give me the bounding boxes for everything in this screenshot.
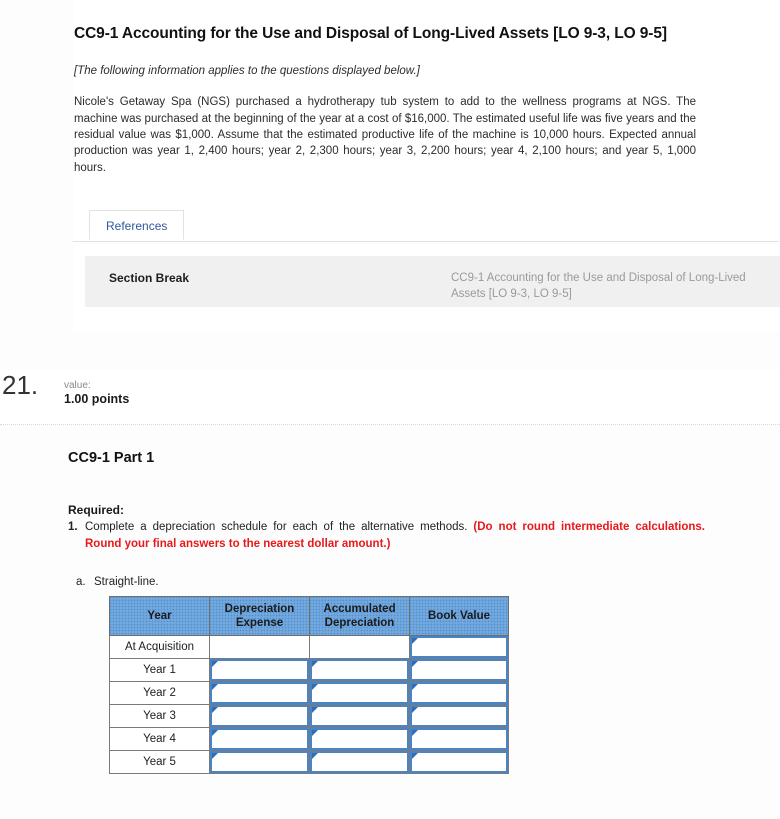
requirement-item-1: 1. Complete a depreciation schedule for e…	[68, 519, 705, 552]
cell-accumulated-depreciation-year-1[interactable]	[309, 658, 410, 682]
page-title: CC9-1 Accounting for the Use and Disposa…	[74, 25, 667, 42]
cell-book-value-at-acquisition[interactable]	[409, 635, 509, 659]
cell-book-value-year-2[interactable]	[409, 681, 509, 705]
column-header-year: Year	[109, 596, 210, 636]
cell-book-value-year-5[interactable]	[409, 750, 509, 774]
section-break-label: Section Break	[109, 270, 190, 285]
homework-page: { "question_header": { "title": "CC9-1 A…	[0, 0, 780, 819]
input-book-value-year-1[interactable]	[410, 659, 508, 681]
requirement-number: 1.	[68, 521, 78, 533]
question-number: 21.	[2, 370, 39, 400]
sub-item-letter: a.	[76, 576, 86, 588]
tab-references[interactable]: References	[89, 209, 185, 240]
tab-strip: References	[73, 209, 779, 242]
sub-item-text: Straight-line.	[94, 576, 159, 588]
input-depreciation-expense-year-5[interactable]	[210, 751, 309, 773]
row-label-at-acquisition: At Acquisition	[109, 635, 210, 659]
question-body: CC9-1 Part 1 Required: 1. Complete a depr…	[68, 450, 768, 588]
column-header-depreciation-expense: Depreciation Expense	[209, 596, 310, 636]
cell-depreciation-expense-year-3[interactable]	[209, 704, 310, 728]
input-accumulated-depreciation-year-3[interactable]	[310, 705, 409, 727]
value-label: value:	[64, 380, 91, 391]
input-accumulated-depreciation-year-4[interactable]	[310, 728, 409, 750]
input-book-value-year-5[interactable]	[410, 751, 508, 773]
depreciation-schedule-table: Year Depreciation Expense Accumulated De…	[109, 596, 509, 774]
table-row: Year 2	[109, 681, 509, 705]
table-body: At Acquisition Year 1 Year 2 Year 3 Year…	[109, 635, 509, 774]
points-bar: 21. value: 1.00 points	[0, 370, 780, 425]
input-accumulated-depreciation-year-1[interactable]	[310, 659, 409, 681]
input-book-value-year-4[interactable]	[410, 728, 508, 750]
table-row: Year 1	[109, 658, 509, 682]
scenario-paragraph: Nicole's Getaway Spa (NGS) purchased a h…	[74, 96, 696, 174]
requirement-sub-a: a. Straight-line.	[68, 576, 768, 588]
question-header-card: CC9-1 Accounting for the Use and Disposa…	[73, 0, 780, 331]
table-row: Year 3	[109, 704, 509, 728]
requirement-text: Complete a depreciation schedule for eac…	[85, 521, 468, 533]
input-depreciation-expense-year-1[interactable]	[210, 659, 309, 681]
cell-depreciation-expense-year-5[interactable]	[209, 750, 310, 774]
cell-blank-depreciation-expense	[209, 635, 310, 659]
depreciation-schedule-wrapper: Year Depreciation Expense Accumulated De…	[109, 596, 509, 774]
input-depreciation-expense-year-2[interactable]	[210, 682, 309, 704]
column-header-book-value: Book Value	[409, 596, 509, 636]
input-accumulated-depreciation-year-2[interactable]	[310, 682, 409, 704]
points-value: 1.00 points	[64, 392, 130, 406]
cell-accumulated-depreciation-year-4[interactable]	[309, 727, 410, 751]
row-label-year-3: Year 3	[109, 704, 210, 728]
cell-depreciation-expense-year-1[interactable]	[209, 658, 310, 682]
section-break-panel: Section Break CC9-1 Accounting for the U…	[85, 255, 780, 307]
required-label: Required:	[68, 503, 125, 517]
table-row: At Acquisition	[109, 635, 509, 659]
row-label-year-5: Year 5	[109, 750, 210, 774]
input-book-value-at-acquisition[interactable]	[410, 636, 508, 658]
input-depreciation-expense-year-3[interactable]	[210, 705, 309, 727]
cell-accumulated-depreciation-year-3[interactable]	[309, 704, 410, 728]
cell-depreciation-expense-year-4[interactable]	[209, 727, 310, 751]
table-row: Year 5	[109, 750, 509, 774]
table-header-row: Year Depreciation Expense Accumulated De…	[109, 596, 509, 636]
input-book-value-year-3[interactable]	[410, 705, 508, 727]
cell-depreciation-expense-year-2[interactable]	[209, 681, 310, 705]
input-book-value-year-2[interactable]	[410, 682, 508, 704]
row-label-year-1: Year 1	[109, 658, 210, 682]
section-break-reference: CC9-1 Accounting for the Use and Disposa…	[451, 271, 746, 300]
applies-to-note: [The following information applies to th…	[74, 65, 420, 78]
cell-book-value-year-3[interactable]	[409, 704, 509, 728]
input-accumulated-depreciation-year-5[interactable]	[310, 751, 409, 773]
cell-book-value-year-4[interactable]	[409, 727, 509, 751]
column-header-accumulated-depreciation: Accumulated Depreciation	[309, 596, 410, 636]
part-title: CC9-1 Part 1	[68, 450, 155, 466]
row-label-year-4: Year 4	[109, 727, 210, 751]
cell-blank-accumulated-depreciation	[309, 635, 410, 659]
cell-accumulated-depreciation-year-5[interactable]	[309, 750, 410, 774]
input-depreciation-expense-year-4[interactable]	[210, 728, 309, 750]
card-bottom-spacer	[74, 307, 780, 331]
cell-accumulated-depreciation-year-2[interactable]	[309, 681, 410, 705]
table-row: Year 4	[109, 727, 509, 751]
row-label-year-2: Year 2	[109, 681, 210, 705]
cell-book-value-year-1[interactable]	[409, 658, 509, 682]
